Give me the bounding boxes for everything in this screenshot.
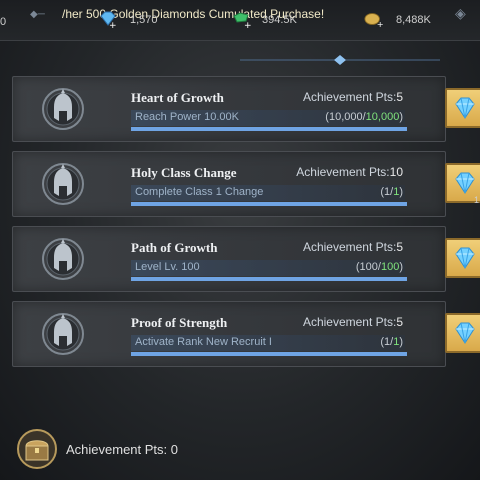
blue-diamond-icon [455, 172, 475, 194]
marquee-left-ornament-icon: ◆─ [30, 9, 45, 20]
blue-diamond-icon [455, 97, 475, 119]
spartan-helmet-emblem-icon [42, 163, 84, 205]
diamond-balance: 1,570 [130, 14, 158, 26]
achievement-progress-bar [131, 127, 407, 131]
gold-balance: 8,488K [396, 14, 431, 26]
svg-text:+: + [244, 21, 252, 28]
claim-reward-button[interactable] [445, 238, 480, 278]
green-gem-plus-icon[interactable]: + [232, 10, 252, 28]
achievement-row: Proof of Strength Achievement Pts:5 Acti… [12, 301, 446, 367]
svg-text:+: + [377, 19, 384, 28]
treasure-chest-icon[interactable] [16, 428, 58, 470]
achievement-points: Achievement Pts:5 [302, 240, 403, 254]
achievement-description: Level Lv. 100 [135, 261, 200, 273]
achievement-description: Reach Power 10.00K [135, 111, 239, 123]
achievement-requirement: Reach Power 10.00K (10,000/10,000) [131, 110, 405, 126]
claim-reward-button[interactable] [445, 88, 480, 128]
achievement-requirement: Activate Rank New Recruit I (1/1) [131, 335, 405, 351]
spartan-helmet-emblem-icon [42, 313, 84, 355]
svg-text:+: + [109, 21, 117, 28]
achievement-description: Activate Rank New Recruit I [135, 336, 272, 348]
total-achievement-points: Achievement Pts: 0 [66, 442, 178, 457]
marquee-right-ornament-icon: ◈ [455, 5, 466, 21]
achievement-progress-bar [131, 202, 407, 206]
blue-diamond-icon [455, 247, 475, 269]
achievement-progress-text: (1/1) [380, 336, 403, 348]
achievement-progress-bar [131, 277, 407, 281]
achievement-title: Heart of Growth [131, 90, 224, 105]
reward-count: 1 [474, 195, 480, 205]
claim-reward-button[interactable] [445, 313, 480, 353]
achievement-points: Achievement Pts:5 [302, 90, 403, 104]
spartan-helmet-emblem-icon [42, 238, 84, 280]
achievement-progress-text: (10,000/10,000) [325, 111, 403, 123]
achievement-requirement: Level Lv. 100 (100/100) [131, 260, 405, 276]
spartan-helmet-emblem-icon [42, 88, 84, 130]
header-ornament-icon [240, 55, 440, 65]
top-bar: 0 ◆─ /her 500 Golden Diamonds Cumulated … [0, 0, 480, 41]
achievement-title: Path of Growth [131, 240, 218, 255]
achievement-points: Achievement Pts:10 [296, 165, 403, 179]
gold-coin-plus-icon[interactable]: + [364, 10, 384, 28]
achievement-points: Achievement Pts:5 [302, 315, 403, 329]
achievement-title: Proof of Strength [131, 315, 228, 330]
achievement-row: Heart of Growth Achievement Pts:5 Reach … [12, 76, 446, 142]
achievement-progress-bar [131, 352, 407, 356]
blue-diamond-icon [455, 322, 475, 344]
blue-diamond-plus-icon[interactable]: + [98, 10, 118, 28]
achievement-progress-text: (1/1) [380, 186, 403, 198]
achievement-description: Complete Class 1 Change [135, 186, 264, 198]
gem-balance: 394.5K [262, 14, 297, 26]
achievement-row: Holy Class Change Achievement Pts:10 Com… [12, 151, 446, 217]
achievement-row: Path of Growth Achievement Pts:5 Level L… [12, 226, 446, 292]
left-value: 0 [0, 16, 7, 28]
achievement-requirement: Complete Class 1 Change (1/1) [131, 185, 405, 201]
achievement-progress-text: (100/100) [355, 261, 403, 273]
achievement-title: Holy Class Change [131, 165, 237, 180]
